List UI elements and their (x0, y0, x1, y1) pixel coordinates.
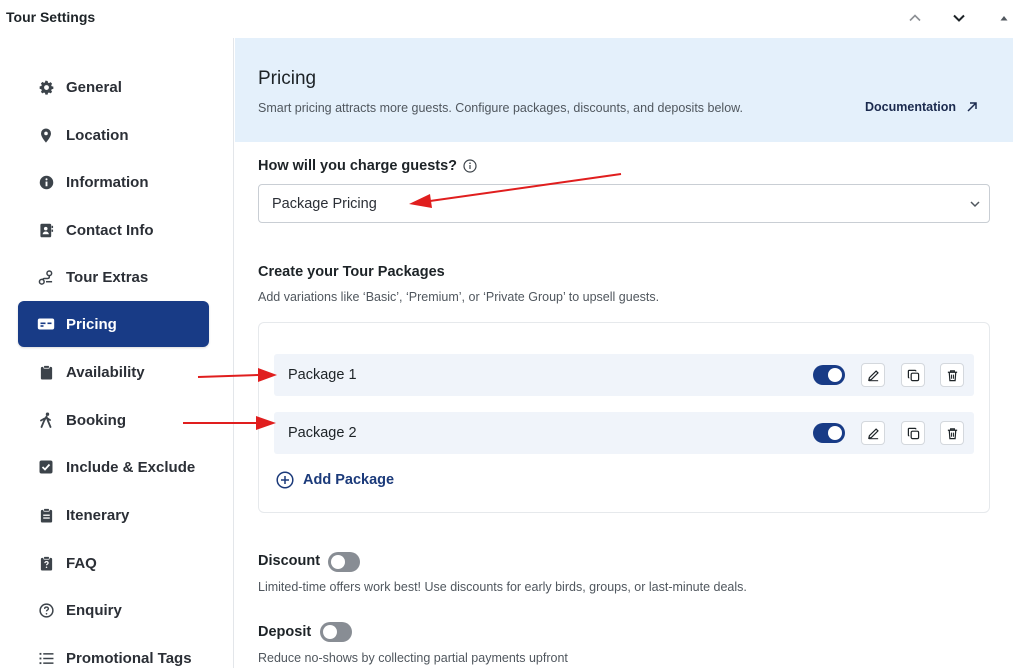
question-clipboard-icon (37, 554, 55, 572)
sidebar-item-tour-extras[interactable]: Tour Extras (18, 254, 209, 300)
panel-header: Tour Settings (0, 0, 1024, 36)
documentation-label: Documentation (865, 100, 956, 114)
settings-sidebar: General Location Information Contact Inf… (0, 38, 234, 668)
sidebar-item-label: FAQ (66, 554, 97, 572)
duplicate-package-button[interactable] (901, 363, 925, 387)
sidebar-item-location[interactable]: Location (18, 112, 209, 158)
package-row: Package 2 (274, 412, 974, 454)
delete-package-button[interactable] (940, 363, 964, 387)
pricing-panel: Pricing Smart pricing attracts more gues… (235, 38, 1024, 668)
add-package-button[interactable]: Add Package (276, 471, 394, 489)
sidebar-item-label: Enquiry (66, 601, 122, 619)
sidebar-item-label: Tour Extras (66, 268, 149, 286)
sidebar-item-label: Promotional Tags (66, 649, 192, 667)
edit-package-button[interactable] (861, 363, 885, 387)
info-tooltip-icon[interactable] (463, 159, 477, 173)
sidebar-item-information[interactable]: Information (18, 159, 209, 205)
move-up-button[interactable] (905, 8, 925, 28)
sidebar-item-pricing[interactable]: Pricing (18, 301, 209, 347)
list-icon (37, 649, 55, 667)
charge-method-question: How will you charge guests? (258, 158, 458, 174)
documentation-link[interactable]: Documentation (865, 100, 978, 114)
chevron-down-icon (953, 14, 965, 22)
edit-package-button[interactable] (861, 421, 885, 445)
chevron-up-icon (909, 14, 921, 22)
route-icon (37, 268, 55, 286)
sidebar-item-label: Availability (66, 363, 145, 381)
charge-method-value: Package Pricing (272, 196, 377, 212)
move-down-button[interactable] (949, 8, 969, 28)
packages-title: Create your Tour Packages (258, 264, 445, 280)
deposit-description: Reduce no-shows by collecting partial pa… (258, 651, 568, 665)
plus-circle-icon (276, 471, 294, 489)
check-square-icon (37, 458, 55, 476)
sidebar-item-label: General (66, 78, 122, 96)
section-header: Pricing Smart pricing attracts more gues… (235, 38, 1013, 142)
clipboard-icon (37, 363, 55, 381)
external-link-arrow-icon (967, 102, 977, 112)
page-description: Smart pricing attracts more guests. Conf… (258, 101, 743, 115)
sidebar-item-label: Contact Info (66, 221, 154, 239)
ticket-icon (37, 315, 55, 333)
delete-package-button[interactable] (940, 421, 964, 445)
sidebar-item-label: Pricing (66, 315, 117, 333)
charge-method-select[interactable]: Package Pricing (258, 184, 990, 223)
package-name: Package 2 (288, 425, 357, 441)
package-enabled-toggle[interactable] (813, 365, 845, 385)
sidebar-item-promotional-tags[interactable]: Promotional Tags (18, 635, 209, 668)
caret-up-icon (1000, 16, 1008, 21)
deposit-label: Deposit (258, 624, 312, 640)
trash-icon (947, 369, 957, 381)
page-title: Pricing (258, 68, 317, 89)
sidebar-item-contact-info[interactable]: Contact Info (18, 207, 209, 253)
sidebar-item-booking[interactable]: Booking (18, 397, 209, 443)
pencil-icon (867, 369, 879, 381)
chevron-down-icon (970, 201, 980, 208)
sidebar-item-general[interactable]: General (18, 64, 209, 110)
sidebar-item-label: Booking (66, 411, 126, 429)
copy-icon (907, 427, 919, 439)
discount-description: Limited-time offers work best! Use disco… (258, 580, 747, 594)
map-pin-icon (37, 126, 55, 144)
sidebar-item-itenerary[interactable]: Itenerary (18, 492, 209, 538)
package-enabled-toggle[interactable] (813, 423, 845, 443)
package-row: Package 1 (274, 354, 974, 396)
discount-label: Discount (258, 553, 321, 569)
question-circle-icon (37, 601, 55, 619)
pencil-icon (867, 427, 879, 439)
discount-toggle[interactable] (328, 552, 360, 572)
gear-icon (37, 78, 55, 96)
charge-method-label: How will you charge guests? (258, 158, 477, 174)
duplicate-package-button[interactable] (901, 421, 925, 445)
packages-container: Package 1 Package 2 Add Package (258, 322, 990, 513)
info-icon (37, 173, 55, 191)
deposit-toggle[interactable] (320, 622, 352, 642)
list-clipboard-icon (37, 506, 55, 524)
sidebar-item-faq[interactable]: FAQ (18, 540, 209, 586)
sidebar-item-include-exclude[interactable]: Include & Exclude (18, 444, 209, 490)
panel-title: Tour Settings (6, 9, 96, 25)
contact-card-icon (37, 221, 55, 239)
sidebar-item-enquiry[interactable]: Enquiry (18, 587, 209, 633)
add-package-label: Add Package (303, 472, 395, 488)
collapse-toggle-button[interactable] (994, 8, 1014, 28)
packages-description: Add variations like ‘Basic’, ‘Premium’, … (258, 290, 660, 304)
sidebar-item-label: Location (66, 126, 129, 144)
sidebar-item-label: Itenerary (66, 506, 130, 524)
sidebar-item-label: Include & Exclude (66, 458, 196, 476)
trash-icon (947, 427, 957, 439)
walking-person-icon (37, 411, 55, 429)
copy-icon (907, 369, 919, 381)
package-name: Package 1 (288, 367, 357, 383)
sidebar-item-availability[interactable]: Availability (18, 349, 209, 395)
sidebar-item-label: Information (66, 173, 149, 191)
